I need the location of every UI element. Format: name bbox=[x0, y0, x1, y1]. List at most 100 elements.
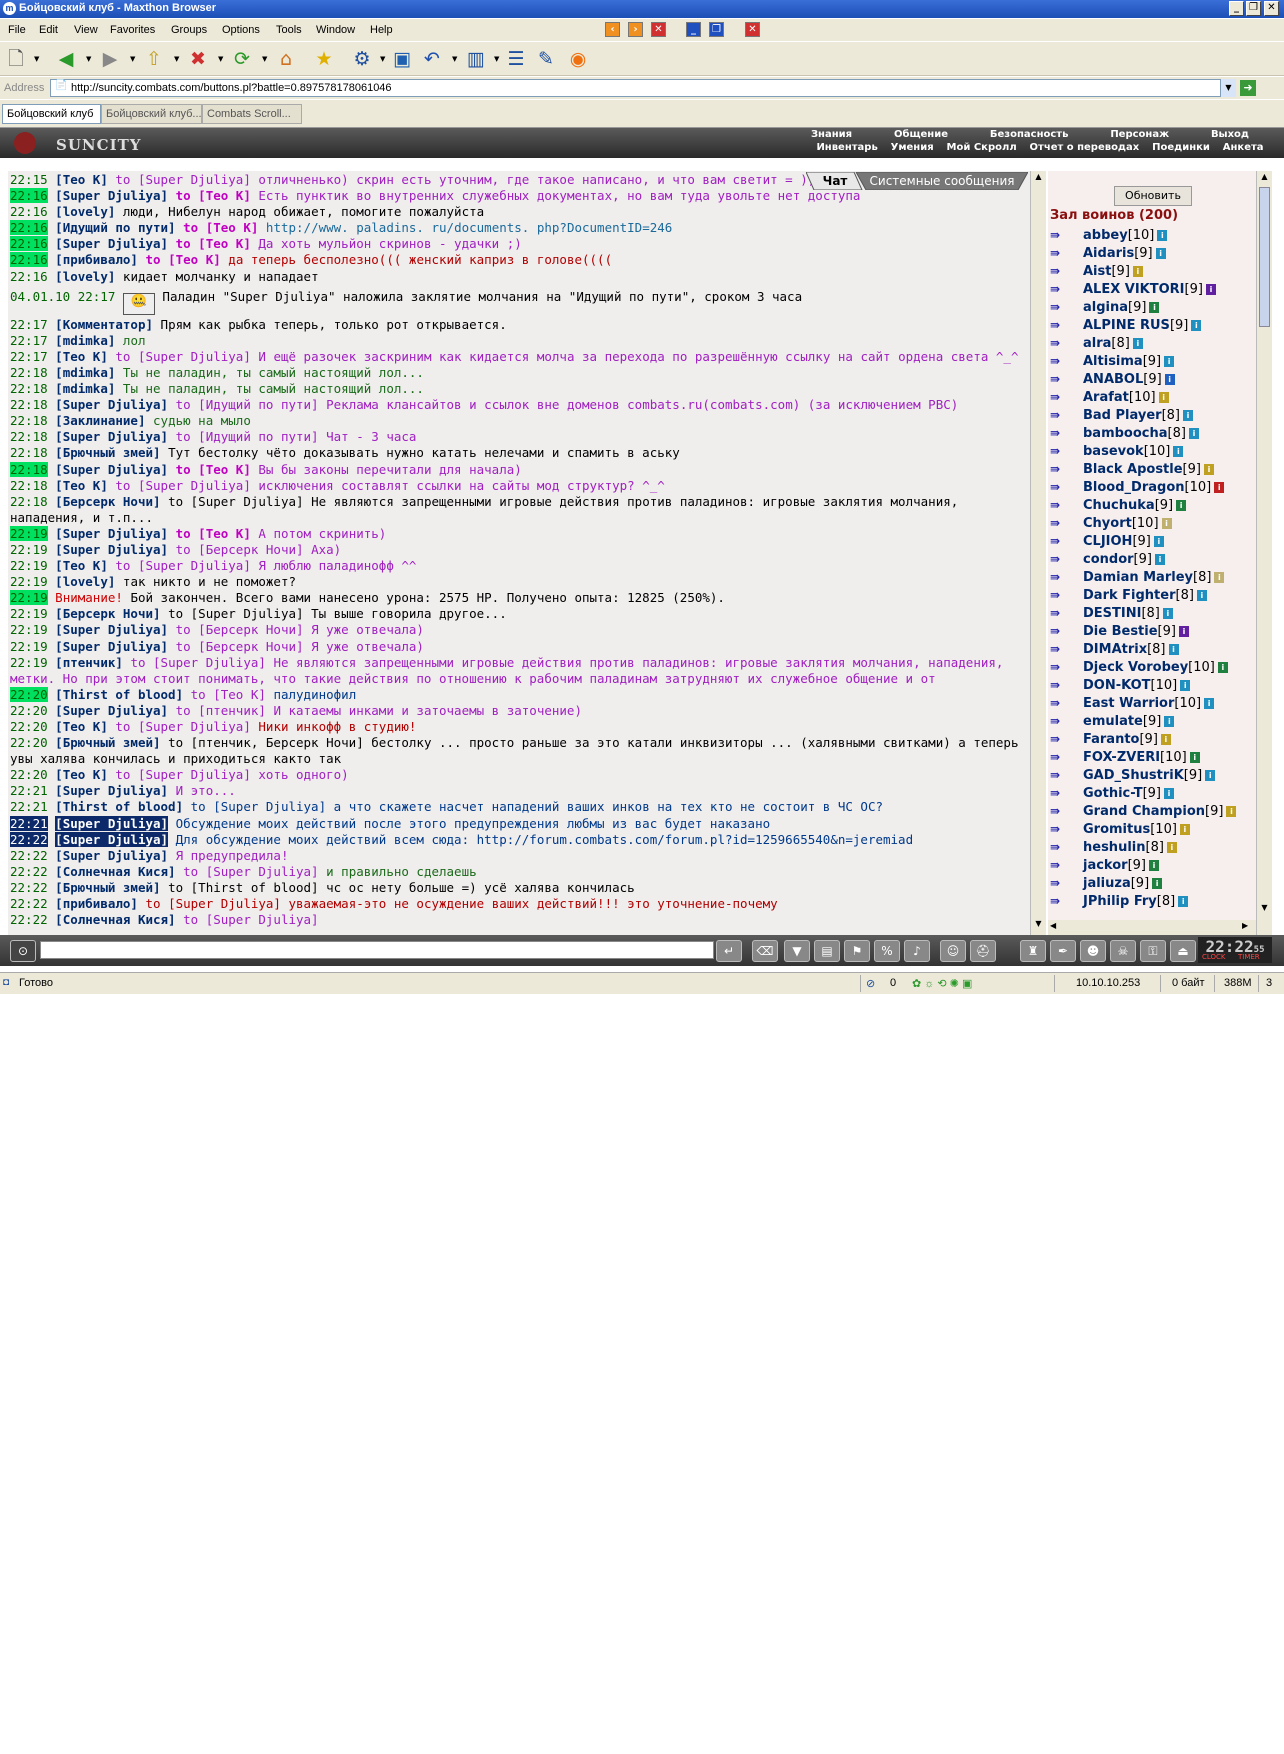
chat-recipient[interactable]: to [Super Djuliya] bbox=[183, 912, 318, 927]
chat-recipient[interactable]: to [Тео К] bbox=[176, 462, 251, 477]
rss-icon[interactable]: ◉ bbox=[566, 47, 590, 71]
private-message-icon[interactable]: ⇛ bbox=[1050, 246, 1072, 261]
chat-recipient[interactable]: to [Super Djuliya] bbox=[115, 172, 250, 187]
player-info-icon[interactable]: i bbox=[1173, 446, 1184, 457]
chat-recipient[interactable]: to [Идущий по пути] bbox=[176, 429, 319, 444]
player-login[interactable]: East Warrior bbox=[1083, 696, 1174, 711]
chat-recipient[interactable]: to [Берсерк Ночи] bbox=[176, 639, 304, 654]
chat-recipient[interactable]: to [Идущий по пути] bbox=[176, 397, 319, 412]
chat-input[interactable] bbox=[40, 941, 714, 959]
player-login[interactable]: DON-KOT bbox=[1083, 678, 1151, 693]
next-tab-icon[interactable]: › bbox=[628, 22, 643, 37]
chat-nick[interactable]: [Thirst of blood] bbox=[55, 799, 183, 814]
player-login[interactable]: DESTINI bbox=[1083, 606, 1141, 621]
player-name[interactable]: GAD_ShustriK[9] i bbox=[1083, 768, 1216, 783]
player-name[interactable]: algina[9] i bbox=[1083, 300, 1160, 315]
player-info-icon[interactable]: i bbox=[1226, 806, 1237, 817]
address-dropdown-icon[interactable]: ▼ bbox=[1220, 79, 1236, 97]
prev-tab-icon[interactable]: ‹ bbox=[605, 22, 620, 37]
refresh-button[interactable]: Обновить bbox=[1114, 186, 1192, 206]
chat-recipient[interactable]: to [Super Djuliya] bbox=[183, 864, 318, 879]
private-message-icon[interactable]: ⇛ bbox=[1050, 660, 1072, 675]
player-name[interactable]: Aist[9] i bbox=[1083, 264, 1143, 279]
player-login[interactable]: DIMAtrix bbox=[1083, 642, 1147, 657]
chat-recipient[interactable]: to [Тео К] bbox=[146, 252, 221, 267]
scroll-left-icon[interactable]: ◀ bbox=[1050, 921, 1056, 930]
nav-inventory[interactable]: Инвентарь bbox=[816, 142, 877, 156]
player-name[interactable]: condor[9] i bbox=[1083, 552, 1165, 567]
player-name[interactable]: emulate[9] i bbox=[1083, 714, 1175, 729]
player-login[interactable]: ALEX VIKTORI bbox=[1083, 282, 1185, 297]
menu-tools[interactable]: Tools bbox=[276, 24, 302, 36]
player-login[interactable]: Damian Marley bbox=[1083, 570, 1193, 585]
tab-combats-club-2[interactable]: Бойцовский клуб... bbox=[101, 104, 202, 124]
private-message-icon[interactable]: ⇛ bbox=[1050, 354, 1072, 369]
smiley-icon[interactable]: ☺ bbox=[940, 940, 966, 962]
translit-icon[interactable]: % bbox=[874, 940, 900, 962]
private-message-icon[interactable]: ⇛ bbox=[1050, 480, 1072, 495]
player-name[interactable]: ANABOL[9] i bbox=[1083, 372, 1175, 387]
eraser-icon[interactable]: ⌫ bbox=[752, 940, 778, 962]
private-message-icon[interactable]: ⇛ bbox=[1050, 228, 1072, 243]
player-name[interactable]: ALPINE RUS[9] i bbox=[1083, 318, 1202, 333]
chat-recipient[interactable]: to [Тео К] bbox=[176, 526, 251, 541]
private-message-icon[interactable]: ⇛ bbox=[1050, 768, 1072, 783]
private-message-icon[interactable]: ⇛ bbox=[1050, 876, 1072, 891]
new-page-icon[interactable]: 🗋 bbox=[4, 47, 28, 71]
chat-recipient[interactable]: to [Берсерк Ночи] bbox=[176, 622, 304, 637]
private-message-icon[interactable]: ⇛ bbox=[1050, 498, 1072, 513]
player-info-icon[interactable]: i bbox=[1162, 608, 1173, 619]
player-name[interactable]: abbey[10] i bbox=[1083, 228, 1168, 243]
nav-exit[interactable]: Выход bbox=[1211, 129, 1249, 143]
menu-options[interactable]: Options bbox=[222, 24, 260, 36]
private-message-icon[interactable]: ⇛ bbox=[1050, 606, 1072, 621]
player-login[interactable]: jaliuza bbox=[1083, 876, 1131, 891]
private-message-icon[interactable]: ⇛ bbox=[1050, 840, 1072, 855]
player-name[interactable]: Blood_Dragon[10] i bbox=[1083, 480, 1225, 495]
address-input[interactable]: http://suncity.combats.com/buttons.pl?ba… bbox=[50, 79, 1236, 97]
player-info-icon[interactable]: i bbox=[1205, 770, 1216, 781]
private-message-icon[interactable]: ⇛ bbox=[1050, 444, 1072, 459]
player-name[interactable]: East Warrior[10] i bbox=[1083, 696, 1215, 711]
player-login[interactable]: ALPINE RUS bbox=[1083, 318, 1170, 333]
player-info-icon[interactable]: i bbox=[1157, 230, 1168, 241]
player-name[interactable]: Chuchuka[9] i bbox=[1083, 498, 1187, 513]
private-message-icon[interactable]: ⇛ bbox=[1050, 624, 1072, 639]
home-icon[interactable]: ⌂ bbox=[274, 47, 298, 71]
lock-icon[interactable]: ⚿ bbox=[1140, 940, 1166, 962]
player-name[interactable]: Djeck Vorobey[10] i bbox=[1083, 660, 1228, 675]
chat-nick[interactable]: [Super Djuliya] bbox=[55, 703, 168, 718]
chat-recipient[interactable]: to [Super Djuliya] bbox=[168, 606, 303, 621]
chat-nick[interactable]: [Super Djuliya] bbox=[55, 622, 168, 637]
player-login[interactable]: jackor bbox=[1083, 858, 1128, 873]
nav-character[interactable]: Персонаж bbox=[1110, 129, 1169, 143]
chat-nick[interactable]: [птенчик] bbox=[55, 655, 123, 670]
chat-nick[interactable]: [Super Djuliya] bbox=[55, 831, 169, 847]
player-login[interactable]: CLJIOH bbox=[1083, 534, 1132, 549]
nav-communication[interactable]: Общение bbox=[894, 129, 948, 143]
player-login[interactable]: ANABOL bbox=[1083, 372, 1143, 387]
player-name[interactable]: alra[8] i bbox=[1083, 336, 1143, 351]
chevron-down-icon[interactable]: ▼ bbox=[262, 56, 268, 63]
player-name[interactable]: Black Apostle[9] i bbox=[1083, 462, 1214, 477]
columns-icon[interactable]: ▥ bbox=[464, 47, 488, 71]
private-message-icon[interactable]: ⇛ bbox=[1050, 570, 1072, 585]
player-name[interactable]: JPhilip Fry[8] i bbox=[1083, 894, 1189, 909]
chevron-down-icon[interactable]: ▼ bbox=[86, 56, 92, 63]
player-name[interactable]: Grand Champion[9] i bbox=[1083, 804, 1237, 819]
player-login[interactable]: abbey bbox=[1083, 228, 1128, 243]
private-message-icon[interactable]: ⇛ bbox=[1050, 696, 1072, 711]
player-login[interactable]: Die Bestie bbox=[1083, 624, 1158, 639]
player-info-icon[interactable]: i bbox=[1132, 266, 1143, 277]
tab-combats-scroll[interactable]: Combats Scroll... bbox=[202, 104, 302, 124]
chat-nick[interactable]: [Брючный змей] bbox=[55, 880, 160, 895]
chat-nick[interactable]: [Брючный змей] bbox=[55, 735, 160, 750]
tab-chat[interactable]: Чат bbox=[812, 172, 858, 190]
sidebar-icon[interactable]: ☰ bbox=[504, 47, 528, 71]
scroll-down-icon[interactable]: ▼ bbox=[1258, 903, 1271, 916]
chat-nick[interactable]: [lovely] bbox=[55, 269, 115, 284]
player-name[interactable]: DON-KOT[10] i bbox=[1083, 678, 1191, 693]
chevron-down-icon[interactable]: ▼ bbox=[380, 56, 386, 63]
chat-recipient[interactable]: to [Тео К] bbox=[191, 687, 266, 702]
menu-edit[interactable]: Edit bbox=[39, 24, 58, 36]
